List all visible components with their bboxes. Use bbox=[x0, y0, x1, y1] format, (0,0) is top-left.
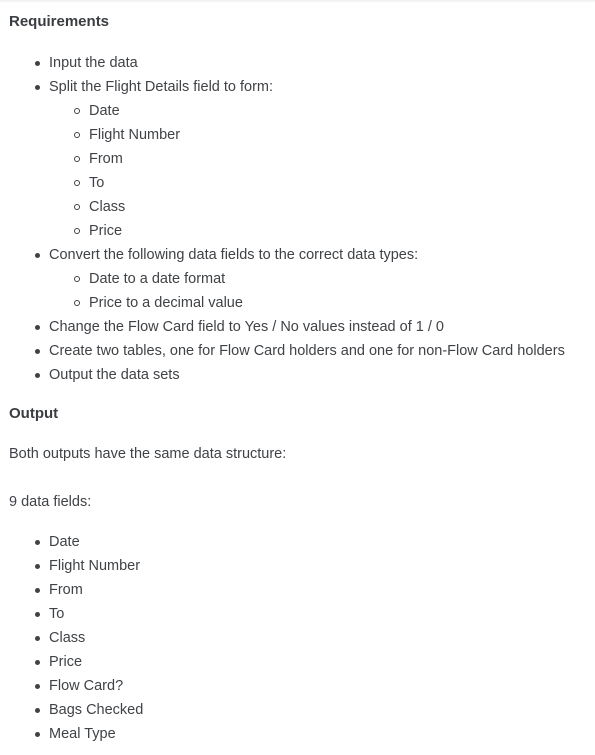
list-item: Flow Card? bbox=[34, 674, 143, 698]
sublist-item: From bbox=[74, 147, 595, 171]
output-heading: Output bbox=[9, 405, 59, 422]
sublist-item: Flight Number bbox=[74, 123, 595, 147]
list-item: Create two tables, one for Flow Card hol… bbox=[35, 339, 565, 363]
list-item: Input the data bbox=[35, 51, 565, 75]
list-item: Class bbox=[34, 626, 143, 650]
sublist-item: Class bbox=[74, 195, 595, 219]
list-item: Convert the following data fields to the… bbox=[35, 243, 565, 315]
requirements-list: Input the data Split the Flight Details … bbox=[35, 51, 565, 387]
fields-label: 9 data fields: bbox=[9, 494, 92, 510]
list-item: Price bbox=[34, 650, 143, 674]
list-item: Flight Number bbox=[34, 554, 143, 578]
list-item: Split the Flight Details field to form: … bbox=[35, 75, 565, 243]
sublist-item: Price bbox=[74, 219, 595, 243]
list-item: Date bbox=[34, 530, 143, 554]
sublist-item: Date bbox=[74, 99, 595, 123]
output-intro: Both outputs have the same data structur… bbox=[9, 446, 287, 462]
list-item: Output the data sets bbox=[35, 363, 565, 387]
sublist-item: To bbox=[74, 171, 595, 195]
convert-sublist: Date to a date format Price to a decimal… bbox=[74, 267, 595, 315]
output-fields-list: Date Flight Number From To Class Price F… bbox=[34, 530, 143, 746]
list-item: Change the Flow Card field to Yes / No v… bbox=[35, 315, 565, 339]
split-sublist: Date Flight Number From To Class Price bbox=[74, 99, 595, 243]
sublist-item: Date to a date format bbox=[74, 267, 595, 291]
list-item: Meal Type bbox=[34, 722, 143, 746]
top-shadow bbox=[0, 0, 595, 3]
list-item: Bags Checked bbox=[34, 698, 143, 722]
sublist-item: Price to a decimal value bbox=[74, 291, 595, 315]
requirements-heading: Requirements bbox=[9, 13, 110, 30]
list-item: To bbox=[34, 602, 143, 626]
list-item: From bbox=[34, 578, 143, 602]
